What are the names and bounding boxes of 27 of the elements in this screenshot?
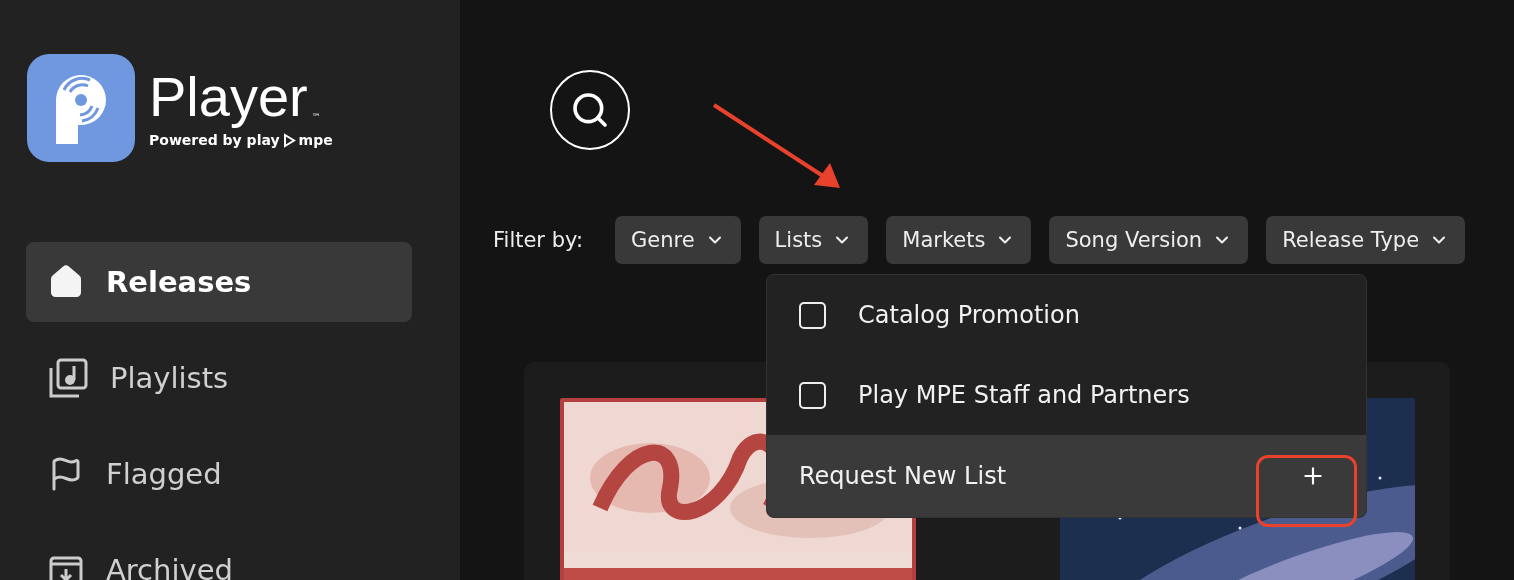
home-icon [48,264,84,300]
menu-action[interactable]: Request New List [767,435,1366,517]
tagline-brand: mpe [298,132,333,148]
action-label: Request New List [799,462,1007,490]
filter-dropdown[interactable]: Markets [886,216,1032,264]
sidebar-item[interactable]: Playlists [26,338,412,418]
checkbox[interactable] [799,381,826,409]
menu-option[interactable]: Catalog Promotion [767,275,1366,355]
app-title: Player [149,64,309,130]
search-icon [570,90,610,130]
option-label: Play MPE Staff and Partners [858,381,1190,409]
filter-dropdown[interactable]: Release Type [1266,216,1466,264]
menu-option[interactable]: Play MPE Staff and Partners [767,355,1366,435]
trademark-mark: ™ [311,112,321,122]
sidebar-item[interactable]: Releases [26,242,412,322]
tagline: Powered by play [149,132,280,148]
checkbox[interactable] [799,301,826,329]
sidebar-item[interactable]: Flagged [26,434,412,514]
search-button[interactable] [550,70,630,150]
filter-dropdown[interactable]: Lists [758,216,869,264]
filter-label: Filter by: [493,228,583,252]
sidebar-item[interactable]: Archived [26,530,412,580]
filter-dropdown[interactable]: Genre [615,216,741,264]
filter-dropdown[interactable]: Song Version [1049,216,1249,264]
option-label: Catalog Promotion [858,301,1080,329]
play-icon [282,132,296,148]
playlist-icon [48,358,88,398]
